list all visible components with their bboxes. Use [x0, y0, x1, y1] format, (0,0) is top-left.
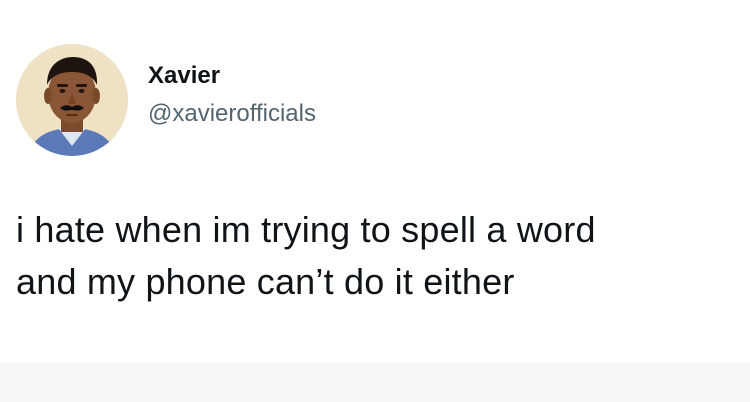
user-handle[interactable]: @xavierofficials — [148, 99, 316, 129]
tweet-text-line-1: i hate when im trying to spell a word — [16, 209, 596, 250]
tweet-text: i hate when im trying to spell a word an… — [16, 204, 736, 308]
bottom-strip — [0, 362, 750, 402]
tweet-card: Xavier @xavierofficials i hate when im t… — [0, 0, 750, 402]
author-identity: Xavier @xavierofficials — [148, 61, 316, 129]
tweet-header: Xavier @xavierofficials — [16, 44, 316, 156]
display-name[interactable]: Xavier — [148, 61, 316, 91]
avatar-photo-icon — [16, 44, 128, 156]
tweet-text-line-2: and my phone can’t do it either — [16, 261, 515, 302]
avatar[interactable] — [16, 44, 128, 156]
